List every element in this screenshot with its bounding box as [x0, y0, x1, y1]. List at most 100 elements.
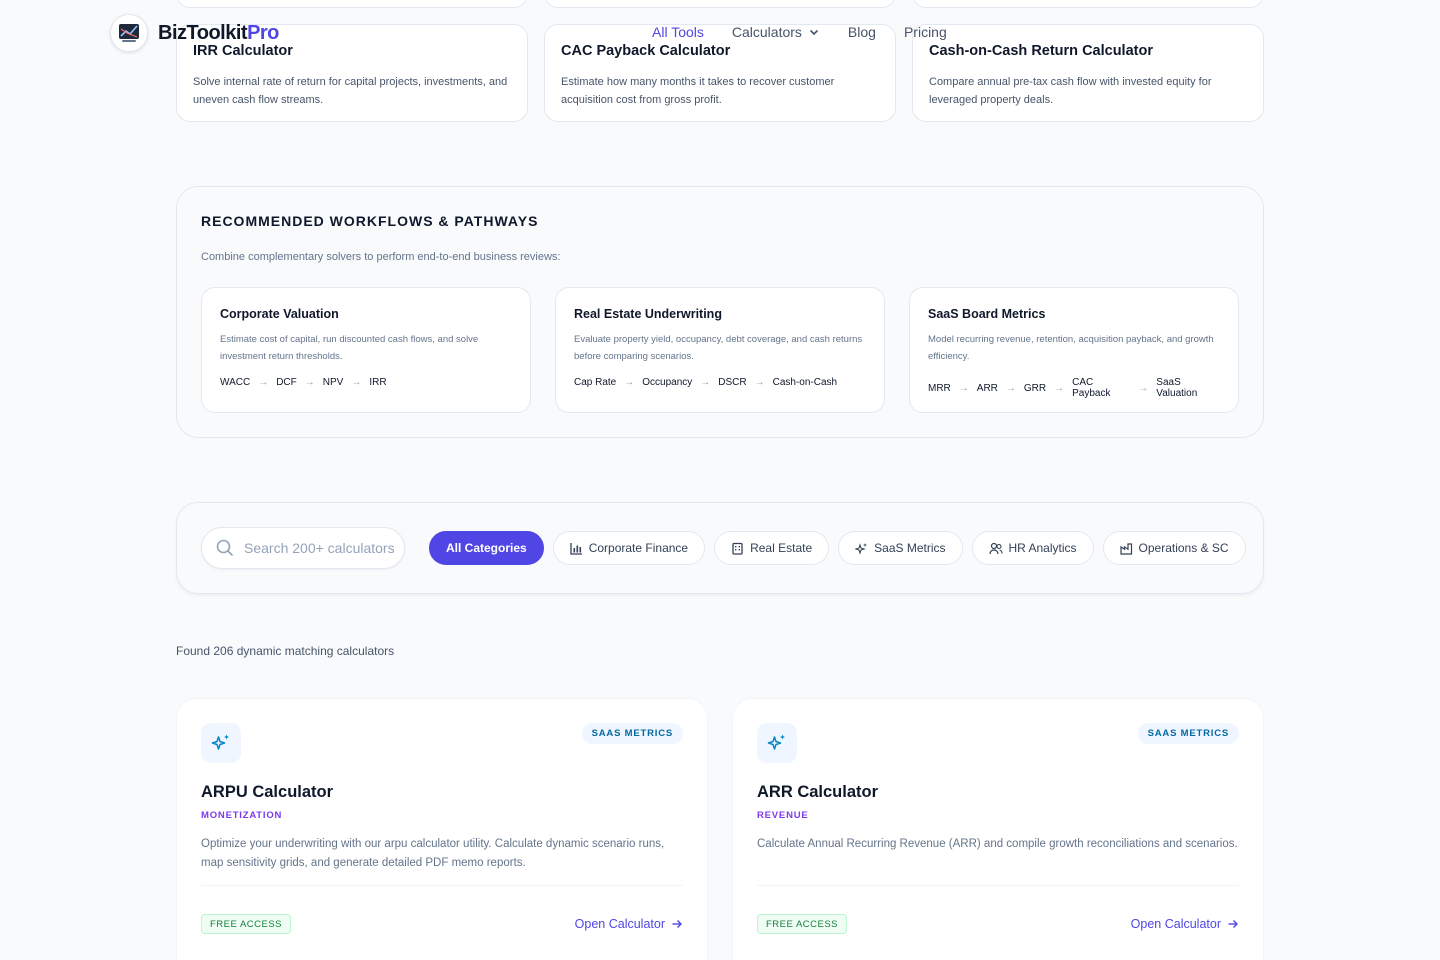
workflow-step[interactable]: GRR	[1024, 383, 1046, 394]
divider	[201, 885, 683, 886]
open-calculator-link[interactable]: Open Calculator	[575, 917, 683, 931]
open-calculator-label: Open Calculator	[574, 917, 665, 931]
workflow-step[interactable]: Occupancy	[642, 377, 692, 388]
filter-bar: All Categories Corporate Finance Real Es…	[176, 502, 1264, 594]
workflow-card-corporate-valuation[interactable]: Corporate Valuation Estimate cost of cap…	[201, 287, 531, 413]
factory-icon	[1119, 542, 1132, 555]
scrolled-card-top	[176, 0, 528, 8]
result-title[interactable]: ARPU Calculator	[201, 783, 683, 802]
arrow-right-icon: →	[1138, 382, 1149, 394]
workflow-card-saas-board[interactable]: SaaS Board Metrics Model recurring reven…	[909, 287, 1239, 413]
tool-card-desc: Compare annual pre-tax cash flow with in…	[929, 76, 1212, 106]
workflow-desc: Evaluate property yield, occupancy, debt…	[574, 334, 863, 362]
arrow-right-icon: →	[1054, 382, 1065, 394]
results-count: Found 206 dynamic matching calculators	[176, 644, 395, 658]
result-desc: Optimize your underwriting with our arpu…	[201, 838, 665, 869]
workflows-subtitle: Combine complementary solvers to perform…	[201, 251, 561, 263]
arrow-right-icon	[1228, 920, 1238, 928]
workflows-section: RECOMMENDED WORKFLOWS & PATHWAYS Combine…	[176, 186, 1264, 438]
chip-label: HR Analytics	[1008, 541, 1077, 555]
sparkles-icon	[757, 723, 797, 763]
nav-pricing[interactable]: Pricing	[904, 24, 947, 40]
arrow-right-icon: →	[304, 377, 315, 388]
chip-label: Corporate Finance	[588, 541, 689, 555]
workflows-grid: Corporate Valuation Estimate cost of cap…	[201, 287, 1239, 413]
arrow-right-icon: →	[1005, 382, 1016, 394]
nav-calculators-label: Calculators	[731, 24, 802, 40]
chip-saas-metrics[interactable]: SaaS Metrics	[838, 531, 963, 565]
tool-card-desc: Estimate how many months it takes to rec…	[561, 76, 835, 106]
result-card-arpu[interactable]: SAAS METRICS ARPU Calculator MONETIZATIO…	[176, 698, 708, 960]
arrow-right-icon: →	[258, 377, 269, 388]
workflow-steps: Cap Rate → Occupancy → DSCR → Cash-on-Cash	[574, 377, 866, 388]
workflow-card-real-estate[interactable]: Real Estate Underwriting Evaluate proper…	[555, 287, 885, 413]
workflow-step[interactable]: Cap Rate	[574, 377, 616, 388]
result-desc: Calculate Annual Recurring Revenue (ARR)…	[757, 838, 1238, 850]
result-subcategory: MONETIZATION	[201, 810, 283, 821]
workflow-step[interactable]: DCF	[276, 377, 297, 388]
chip-label: All Categories	[446, 541, 527, 555]
workflow-step[interactable]: Cash-on-Cash	[773, 377, 837, 388]
brand-name: BizToolkitPro	[158, 21, 279, 44]
access-badge: FREE ACCESS	[757, 914, 848, 934]
sparkles-icon	[855, 542, 868, 555]
chip-all-categories[interactable]: All Categories	[429, 531, 544, 565]
tool-card-desc: Solve internal rate of return for capita…	[193, 76, 508, 106]
result-footer: FREE ACCESS Open Calculator	[201, 914, 683, 934]
result-title[interactable]: ARR Calculator	[757, 783, 1239, 802]
scrolled-card-top	[912, 0, 1264, 8]
search-input[interactable]	[244, 540, 404, 556]
arrow-right-icon: →	[351, 377, 362, 388]
chip-operations-sc[interactable]: Operations & SC	[1102, 531, 1246, 565]
arrow-right-icon: →	[958, 382, 969, 394]
main-nav: All Tools Calculators Blog Pricing	[652, 24, 975, 40]
bar-chart-icon	[570, 542, 582, 555]
result-card-arr[interactable]: SAAS METRICS ARR Calculator REVENUE Calc…	[732, 698, 1264, 960]
divider	[757, 885, 1239, 886]
result-subcategory: REVENUE	[757, 810, 809, 821]
scrolled-card-top	[544, 0, 896, 8]
brand-logo[interactable]: BizToolkitPro	[110, 14, 279, 52]
users-icon	[988, 542, 1003, 554]
open-calculator-label: Open Calculator	[1130, 917, 1221, 931]
site-header: BizToolkitPro All Tools Calculators Blog…	[110, 14, 1440, 52]
workflow-desc: Estimate cost of capital, run discounted…	[220, 334, 479, 362]
category-badge: SAAS METRICS	[1137, 723, 1239, 744]
search-box[interactable]	[201, 527, 405, 569]
workflow-step[interactable]: NPV	[323, 377, 344, 388]
chip-corporate-finance[interactable]: Corporate Finance	[552, 531, 706, 565]
workflow-steps: WACC → DCF → NPV → IRR	[220, 377, 512, 388]
workflow-step[interactable]: SaaS Valuation	[1156, 377, 1220, 399]
access-badge: FREE ACCESS	[201, 914, 292, 934]
workflow-step[interactable]: ARR	[977, 383, 998, 394]
open-calculator-link[interactable]: Open Calculator	[1131, 917, 1239, 931]
sparkles-icon	[201, 723, 241, 763]
workflow-step[interactable]: WACC	[220, 377, 250, 388]
workflow-step[interactable]: CAC Payback	[1072, 377, 1130, 399]
chip-label: Operations & SC	[1138, 541, 1229, 555]
workflow-steps: MRR → ARR → GRR → CAC Payback → SaaS Valuati…	[928, 377, 1220, 399]
workflows-title: RECOMMENDED WORKFLOWS & PATHWAYS	[201, 213, 539, 229]
chip-hr-analytics[interactable]: HR Analytics	[971, 531, 1094, 565]
category-chips: All Categories Corporate Finance Real Es…	[429, 531, 1255, 565]
chip-real-estate[interactable]: Real Estate	[714, 531, 830, 565]
chip-label: SaaS Metrics	[874, 541, 946, 555]
nav-all-tools[interactable]: All Tools	[652, 24, 704, 40]
workflow-step[interactable]: IRR	[369, 377, 386, 388]
nav-blog[interactable]: Blog	[848, 24, 876, 40]
workflow-name: Corporate Valuation	[220, 307, 339, 321]
workflow-desc: Model recurring revenue, retention, acqu…	[928, 334, 1214, 362]
result-footer: FREE ACCESS Open Calculator	[757, 914, 1239, 934]
chart-logo-icon	[110, 14, 148, 52]
search-icon	[216, 539, 234, 557]
workflow-step[interactable]: DSCR	[718, 377, 746, 388]
chevron-down-icon	[809, 29, 818, 36]
chip-label: Real Estate	[750, 541, 813, 555]
arrow-right-icon	[672, 920, 682, 928]
arrow-right-icon: →	[624, 377, 635, 388]
arrow-right-icon: →	[700, 377, 711, 388]
workflow-step[interactable]: MRR	[928, 383, 951, 394]
category-badge: SAAS METRICS	[581, 723, 683, 744]
nav-calculators[interactable]: Calculators	[732, 24, 820, 40]
workflow-name: SaaS Board Metrics	[928, 307, 1046, 321]
